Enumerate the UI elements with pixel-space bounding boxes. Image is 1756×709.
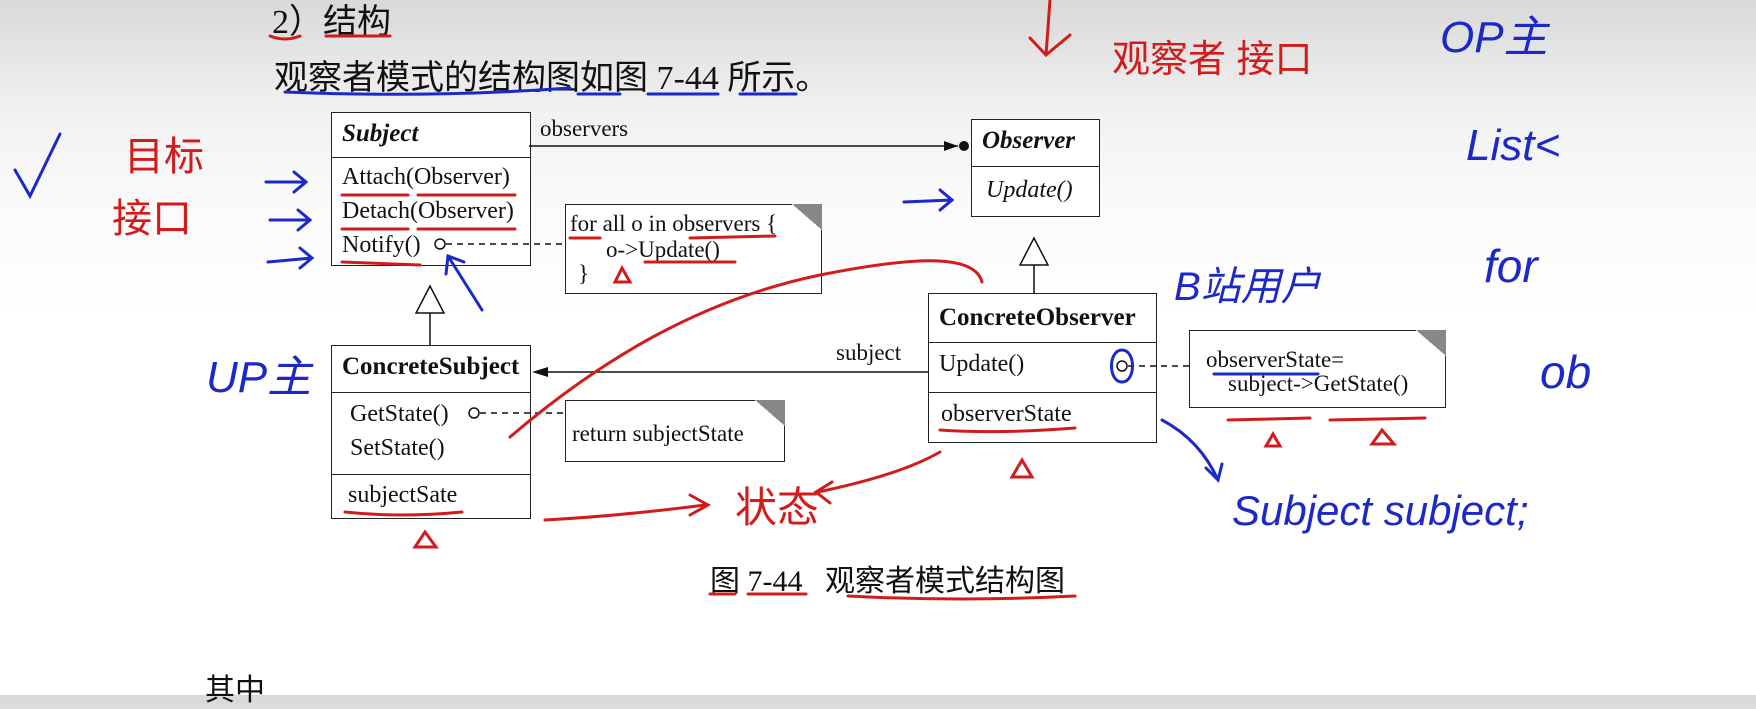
red-curve-setstate (508, 259, 984, 439)
red-underline-heading (268, 34, 392, 41)
blue-note-list: List< (1466, 121, 1560, 170)
blue-arrow-up-notify (444, 253, 484, 312)
red-underline-note-1 (1226, 416, 1427, 422)
red-arrow-to-state (543, 493, 712, 522)
blue-note-for: for (1484, 240, 1539, 292)
blue-note-bilibili-user: B站用户 (1174, 265, 1322, 309)
blue-arrow-notify (266, 246, 315, 270)
red-underline-subjectsate (343, 510, 464, 517)
blue-handwriting: OP主 B站用户 UP主 List< for ob Subject subjec… (206, 13, 1591, 534)
red-note-interface: 接口 (112, 197, 192, 241)
blue-circle-anchor (1110, 348, 1134, 384)
blue-note-op-owner: OP主 (1440, 13, 1551, 62)
red-note-target: 目标 (124, 135, 204, 179)
red-triangle-note (612, 264, 633, 284)
red-down-arrow (1028, 0, 1072, 58)
blue-arrow-attach (264, 170, 309, 194)
red-arrow-from-observer (813, 450, 942, 505)
blue-note-ob: ob (1540, 346, 1591, 398)
red-triangle-note-1 (1263, 427, 1398, 448)
red-underline-observerstate (938, 426, 1077, 434)
red-handwriting: 目标 接口 观察者 接口 状态 (112, 39, 1313, 531)
blue-arrow-detach (268, 208, 313, 232)
blue-note-subject-field: Subject subject; (1232, 487, 1529, 534)
blue-arrow-down-right (1160, 418, 1224, 483)
handwritten-annotations: 目标 接口 观察者 接口 状态 OP主 B站用户 UP主 List< for o… (13, 0, 1591, 601)
blue-note-up-owner: UP主 (206, 353, 314, 402)
red-underline-notify (340, 260, 422, 267)
blue-ink (13, 86, 1320, 483)
red-note-state: 状态 (735, 484, 819, 531)
red-triangle-subject (412, 529, 439, 549)
red-underline-caption (708, 592, 1077, 601)
blue-checkmark (13, 132, 62, 200)
blue-arrow-observer (902, 188, 955, 212)
red-triangle-observer (1009, 457, 1035, 479)
blue-underline-intro (283, 86, 798, 96)
red-underline-for (568, 234, 777, 240)
red-note-observer-interface: 观察者 接口 (1112, 39, 1313, 81)
